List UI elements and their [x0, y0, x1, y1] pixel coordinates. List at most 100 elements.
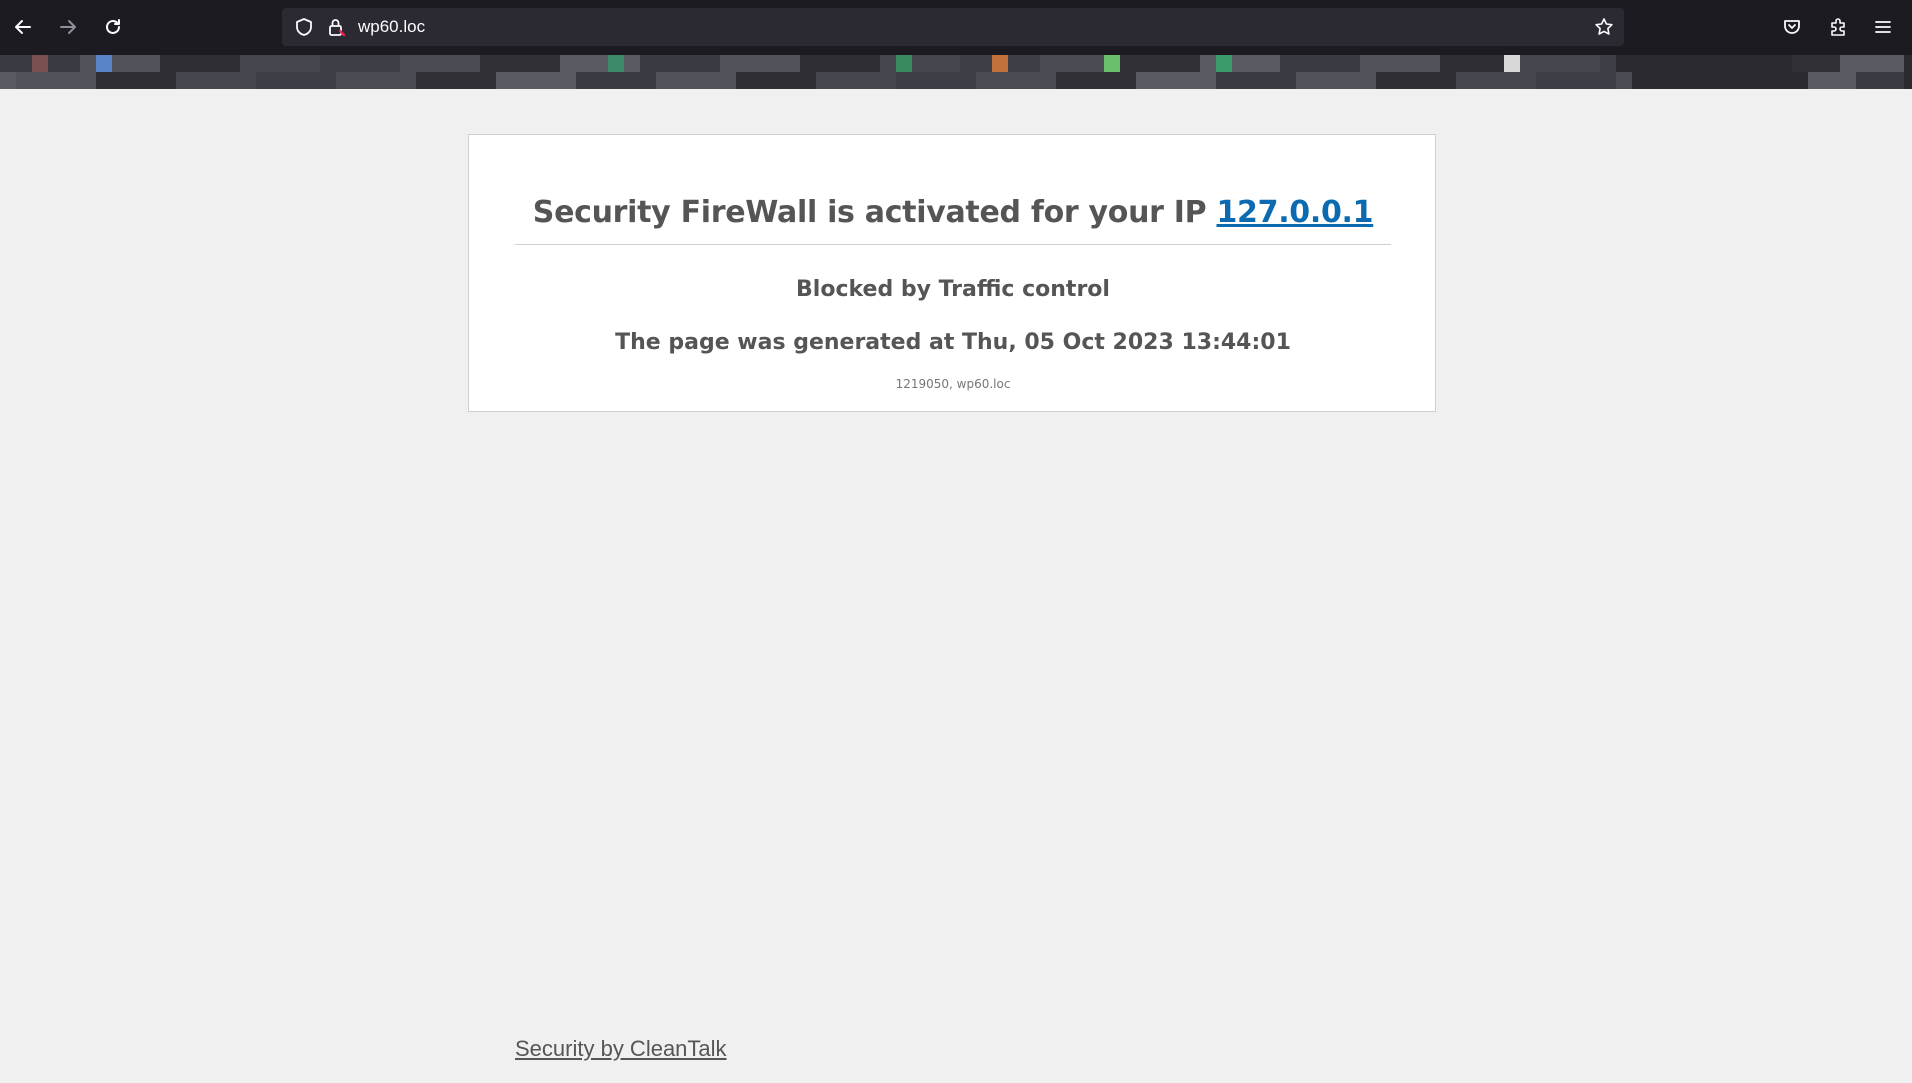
bookmark-blur-cell	[400, 55, 416, 72]
bookmark-blur-cell	[864, 55, 880, 72]
bookmark-blur-cell	[336, 55, 352, 72]
pocket-icon	[1784, 20, 1800, 34]
bookmark-blur-cell	[976, 72, 992, 89]
bookmark-blur-cell	[640, 72, 656, 89]
bookmark-blur-cell	[1392, 72, 1408, 89]
bookmark-blur-cell	[288, 72, 304, 89]
bookmark-blur-cell	[0, 72, 16, 89]
ip-address-link[interactable]: 127.0.0.1	[1216, 195, 1373, 230]
bookmark-blur-cell	[688, 55, 704, 72]
bookmark-blur-cell	[176, 72, 192, 89]
bookmark-blur-cell	[576, 55, 592, 72]
lock-warning-icon[interactable]	[326, 17, 346, 37]
bookmark-blur-cell	[592, 72, 608, 89]
bookmark-blur-cell	[1776, 55, 1792, 72]
bookmark-blur-cell	[896, 55, 912, 72]
bookmark-blur-cell	[1440, 55, 1456, 72]
bookmark-blur-cell	[896, 72, 912, 89]
bookmark-blur-cell	[1808, 55, 1824, 72]
bookmark-blur-cell	[1616, 72, 1632, 89]
bookmark-blur-cell	[864, 72, 880, 89]
bookmark-blur-cell	[912, 55, 928, 72]
bookmark-blur-cell	[224, 55, 240, 72]
extensions-button[interactable]	[1823, 12, 1853, 42]
bookmark-blur-cell	[1248, 72, 1264, 89]
bookmark-blur-cell	[1616, 55, 1632, 72]
bookmark-blur-cell	[256, 72, 272, 89]
bookmark-blur-cell	[1680, 72, 1696, 89]
generated-timestamp: The page was generated at Thu, 05 Oct 20…	[615, 330, 1291, 355]
bookmark-blur-cell	[224, 72, 240, 89]
bookmark-blur-cell	[720, 72, 736, 89]
bookmark-blur-cell	[96, 72, 112, 89]
bookmark-blur-cell	[240, 72, 256, 89]
bookmark-blur-cell	[816, 72, 832, 89]
url-text[interactable]: wp60.loc	[358, 17, 425, 37]
bookmark-blur-cell	[144, 72, 160, 89]
bookmark-blur-cell	[1136, 72, 1152, 89]
forward-button[interactable]	[53, 12, 83, 42]
bookmark-blur-cell	[480, 72, 496, 89]
star-icon[interactable]	[1594, 17, 1614, 37]
bookmark-blur-cell	[272, 72, 288, 89]
bookmark-blur-cell	[160, 72, 176, 89]
menu-button[interactable]	[1868, 12, 1898, 42]
bookmark-blur-cell	[1648, 72, 1664, 89]
bookmark-blur-cell	[1232, 55, 1248, 72]
bookmark-blur-cell	[1136, 55, 1152, 72]
bookmark-blur-cell	[816, 55, 832, 72]
bookmark-blur-cell	[1360, 55, 1376, 72]
shield-icon[interactable]	[294, 17, 314, 37]
forward-arrow-icon	[60, 20, 76, 34]
bookmark-blur-cell	[1088, 72, 1104, 89]
bookmark-blur-cell	[288, 55, 304, 72]
bookmark-blur-cell	[1600, 55, 1616, 72]
reload-button[interactable]	[98, 12, 128, 42]
bookmark-blur-cell	[944, 55, 960, 72]
bookmark-blur-cell	[1152, 72, 1168, 89]
bookmark-blur-cell	[528, 72, 544, 89]
bookmark-blur-cell	[1200, 72, 1216, 89]
bookmark-blur-cell	[1456, 55, 1472, 72]
bookmark-blur-cell	[1376, 72, 1392, 89]
bookmark-blur-cell	[368, 55, 384, 72]
bookmark-blur-cell	[1104, 72, 1120, 89]
bookmark-blur-cell	[1808, 72, 1824, 89]
bookmark-blur-cell	[736, 55, 752, 72]
bookmark-blur-cell	[1888, 55, 1904, 72]
bookmark-blur-cell	[1824, 55, 1840, 72]
bookmark-blur-cell	[1584, 72, 1600, 89]
bookmark-blur-cell	[1296, 55, 1312, 72]
bookmark-blur-cell	[784, 72, 800, 89]
bookmark-blur-cell	[752, 72, 768, 89]
bookmark-blur-cell	[848, 55, 864, 72]
bookmark-blur-cell	[1392, 55, 1408, 72]
back-button[interactable]	[8, 12, 38, 42]
bookmark-blur-cell	[1280, 55, 1296, 72]
bookmark-blur-cell	[1840, 72, 1856, 89]
bookmark-blur-cell	[576, 72, 592, 89]
bookmark-blur-cell	[1600, 72, 1616, 89]
bookmark-blur-cell	[160, 55, 176, 72]
pocket-button[interactable]	[1777, 12, 1807, 42]
bookmark-blur-cell	[368, 72, 384, 89]
cleantalk-footer-link[interactable]: Security by CleanTalk	[515, 1036, 727, 1062]
bookmark-blur-cell	[704, 55, 720, 72]
bookmark-blur-cell	[832, 55, 848, 72]
bookmark-blur-cell	[240, 55, 256, 72]
url-bar[interactable]: wp60.loc	[282, 8, 1624, 46]
bookmark-blur-cell	[880, 72, 896, 89]
request-id: 1219050, wp60.loc	[895, 377, 1011, 391]
bookmark-blur-cell	[1744, 55, 1760, 72]
bookmark-blur-cell	[192, 72, 208, 89]
bookmark-blur-cell	[784, 55, 800, 72]
bookmark-blur-cell	[1728, 72, 1744, 89]
browser-chrome: wp60.loc	[0, 0, 1912, 89]
bookmark-blur-cell	[1872, 55, 1888, 72]
bookmark-blur-cell	[800, 72, 816, 89]
bookmark-blur-cell	[608, 72, 624, 89]
bookmark-blur-cell	[800, 55, 816, 72]
bookmark-blur-cell	[1312, 55, 1328, 72]
bookmark-blur-cell	[336, 72, 352, 89]
bookmark-blur-cell	[1456, 72, 1472, 89]
